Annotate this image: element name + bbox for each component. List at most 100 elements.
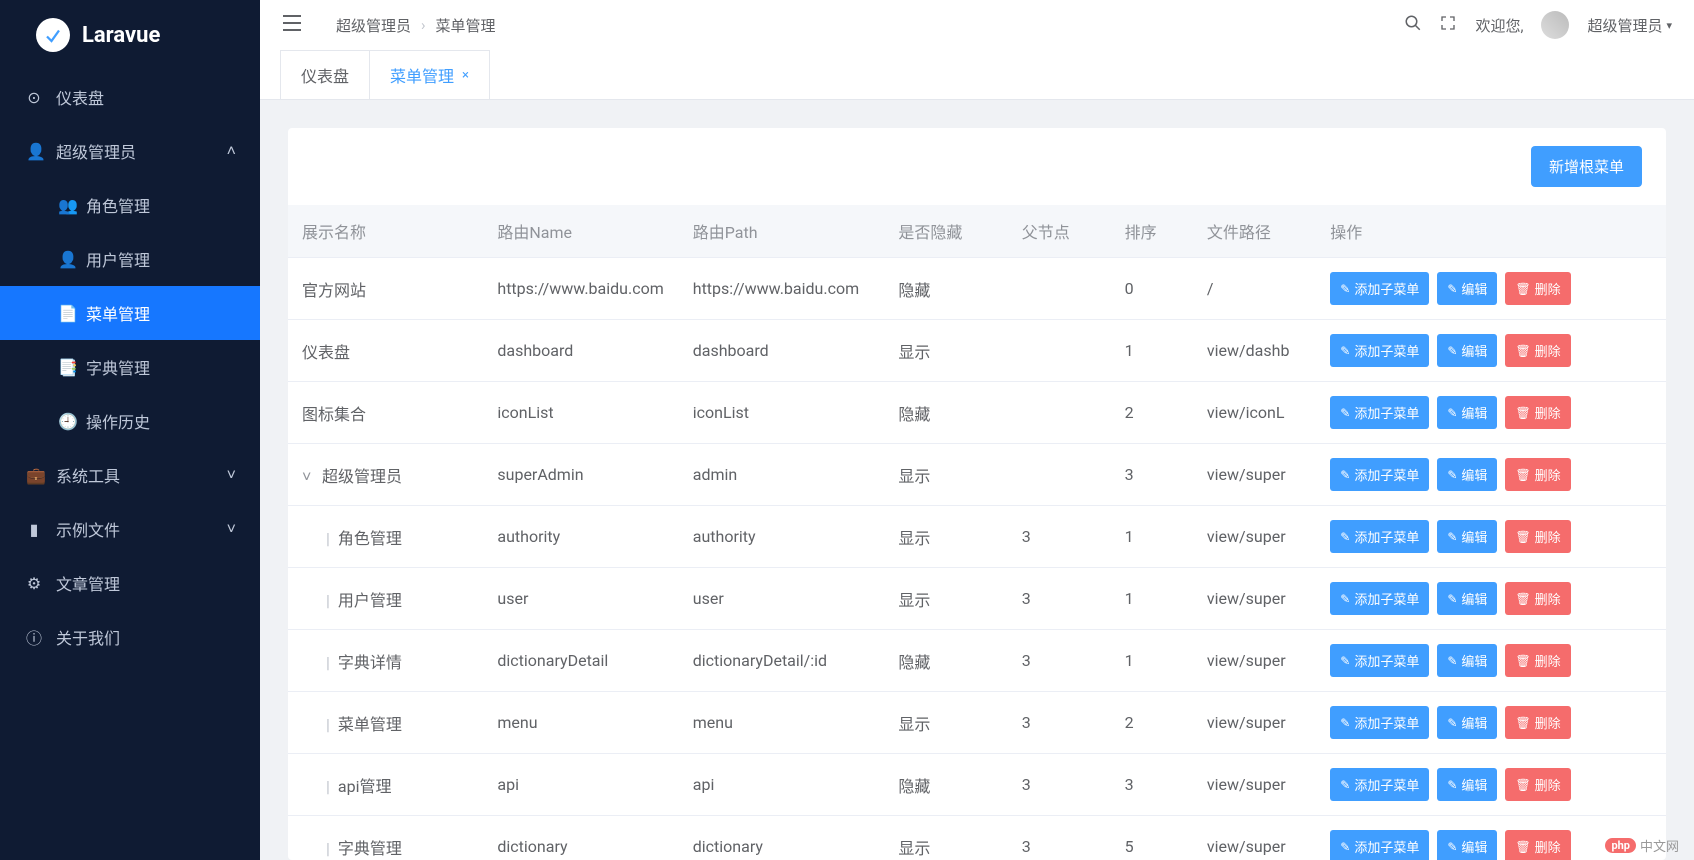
sidebar-item-3[interactable]: 👤用户管理	[0, 232, 260, 286]
button-label: 添加子菜单	[1354, 341, 1419, 360]
button-label: 编辑	[1461, 279, 1487, 298]
button-label: 添加子菜单	[1354, 589, 1419, 608]
delete-button[interactable]: 🗑删除	[1505, 334, 1570, 367]
cell-sort: 2	[1111, 382, 1193, 444]
pencil-icon: ✎	[1340, 778, 1350, 792]
cell-route-path: authority	[679, 506, 885, 568]
user-menu[interactable]: 超级管理员 ▾	[1587, 15, 1672, 36]
sidebar-item-label: 超级管理员	[56, 139, 136, 163]
add-child-button[interactable]: ✎添加子菜单	[1330, 458, 1429, 491]
edit-button[interactable]: ✎编辑	[1437, 458, 1497, 491]
sidebar-item-6[interactable]: 🕘操作历史	[0, 394, 260, 448]
edit-button[interactable]: ✎编辑	[1437, 272, 1497, 305]
tab-0[interactable]: 仪表盘	[280, 50, 370, 99]
delete-button[interactable]: 🗑删除	[1505, 396, 1570, 429]
cell-operation: ✎添加子菜单✎编辑🗑删除	[1316, 320, 1666, 382]
watermark: php 中文网	[1605, 836, 1679, 855]
edit-button[interactable]: ✎编辑	[1437, 644, 1497, 677]
tab-1[interactable]: 菜单管理×	[369, 50, 490, 99]
cell-display-name: |菜单管理	[288, 692, 483, 754]
button-label: 编辑	[1461, 527, 1487, 546]
table-row: |角色管理authorityauthority显示31view/super✎添加…	[288, 506, 1666, 568]
cell-route-name: api	[483, 754, 678, 816]
add-child-button[interactable]: ✎添加子菜单	[1330, 644, 1429, 677]
add-child-button[interactable]: ✎添加子菜单	[1330, 830, 1429, 860]
pencil-icon: ✎	[1340, 592, 1350, 606]
add-child-button[interactable]: ✎添加子菜单	[1330, 396, 1429, 429]
sidebar-item-9[interactable]: ⚙文章管理	[0, 556, 260, 610]
cell-route-name: dictionary	[483, 816, 678, 860]
delete-button[interactable]: 🗑删除	[1505, 706, 1570, 739]
edit-button[interactable]: ✎编辑	[1437, 334, 1497, 367]
table-row: |字典详情dictionaryDetaildictionaryDetail/:i…	[288, 630, 1666, 692]
button-label: 删除	[1535, 589, 1561, 608]
sidebar-item-1[interactable]: 👤超级管理员˄	[0, 124, 260, 178]
edit-button[interactable]: ✎编辑	[1437, 706, 1497, 739]
edit-button[interactable]: ✎编辑	[1437, 520, 1497, 553]
col-route-name: 路由Name	[483, 205, 678, 258]
hamburger-icon[interactable]	[282, 15, 304, 35]
button-label: 编辑	[1461, 713, 1487, 732]
add-child-button[interactable]: ✎添加子菜单	[1330, 272, 1429, 305]
cell-route-path: dashboard	[679, 320, 885, 382]
sidebar-item-2[interactable]: 👥角色管理	[0, 178, 260, 232]
delete-button[interactable]: 🗑删除	[1505, 458, 1570, 491]
edit-button[interactable]: ✎编辑	[1437, 768, 1497, 801]
tree-bar-icon: |	[326, 839, 330, 858]
delete-button[interactable]: 🗑删除	[1505, 768, 1570, 801]
chevron-down-icon[interactable]: ˅	[302, 467, 316, 487]
sidebar-item-5[interactable]: 📑字典管理	[0, 340, 260, 394]
button-label: 删除	[1535, 651, 1561, 670]
cell-operation: ✎添加子菜单✎编辑🗑删除	[1316, 754, 1666, 816]
pencil-icon: ✎	[1447, 592, 1457, 606]
table-wrap[interactable]: 展示名称 路由Name 路由Path 是否隐藏 父节点 排序 文件路径 操作 官…	[288, 205, 1666, 860]
add-child-button[interactable]: ✎添加子菜单	[1330, 520, 1429, 553]
sidebar-item-0[interactable]: ⊙仪表盘	[0, 70, 260, 124]
trash-icon: 🗑	[1515, 406, 1530, 420]
cell-sort: 1	[1111, 630, 1193, 692]
button-label: 添加子菜单	[1354, 527, 1419, 546]
add-child-button[interactable]: ✎添加子菜单	[1330, 706, 1429, 739]
row-display-name: 仪表盘	[302, 343, 350, 362]
cell-route-name: superAdmin	[483, 444, 678, 506]
fullscreen-icon[interactable]	[1440, 15, 1458, 35]
cell-file-path: view/super	[1193, 816, 1316, 860]
table-row: |api管理apiapi隐藏33view/super✎添加子菜单✎编辑🗑删除	[288, 754, 1666, 816]
add-child-button[interactable]: ✎添加子菜单	[1330, 334, 1429, 367]
add-child-button[interactable]: ✎ 添加子菜单	[1330, 582, 1429, 615]
trash-icon: 🗑	[1515, 840, 1530, 854]
cell-sort: 1	[1111, 568, 1193, 630]
sidebar-item-label: 操作历史	[86, 409, 150, 433]
menu-item-icon: 💼	[26, 466, 42, 485]
add-child-button[interactable]: ✎添加子菜单	[1330, 768, 1429, 801]
cell-hidden: 隐藏	[884, 258, 1007, 320]
button-label: 添加子菜单	[1354, 279, 1419, 298]
delete-button[interactable]: 🗑删除	[1505, 582, 1570, 615]
table-row: 图标集合iconListiconList隐藏2view/iconL✎添加子菜单✎…	[288, 382, 1666, 444]
cell-file-path: /	[1193, 258, 1316, 320]
add-root-menu-button[interactable]: 新增根菜单	[1531, 146, 1642, 187]
sidebar-item-7[interactable]: 💼系统工具˅	[0, 448, 260, 502]
delete-button[interactable]: 🗑删除	[1505, 644, 1570, 677]
cell-hidden: 显示	[884, 444, 1007, 506]
avatar[interactable]	[1541, 11, 1569, 39]
delete-button[interactable]: 🗑删除	[1505, 272, 1570, 305]
sidebar-item-8[interactable]: ▮示例文件˅	[0, 502, 260, 556]
edit-button[interactable]: ✎编辑	[1437, 396, 1497, 429]
sidebar-item-label: 关于我们	[56, 625, 120, 649]
cell-route-name: iconList	[483, 382, 678, 444]
button-label: 删除	[1535, 341, 1561, 360]
delete-button[interactable]: 🗑删除	[1505, 520, 1570, 553]
edit-button[interactable]: ✎编辑	[1437, 830, 1497, 860]
cell-route-path: api	[679, 754, 885, 816]
search-icon[interactable]	[1404, 14, 1422, 36]
cell-file-path: view/super	[1193, 630, 1316, 692]
edit-button[interactable]: ✎编辑	[1437, 582, 1497, 615]
delete-button[interactable]: 🗑删除	[1505, 830, 1570, 860]
row-display-name: 字典管理	[338, 839, 402, 858]
sidebar-item-10[interactable]: ⓘ关于我们	[0, 610, 260, 664]
breadcrumb-item[interactable]: 超级管理员	[336, 15, 411, 36]
sidebar-item-4[interactable]: 📄菜单管理	[0, 286, 260, 340]
table-row: 官方网站https://www.baidu.comhttps://www.bai…	[288, 258, 1666, 320]
close-icon[interactable]: ×	[462, 68, 469, 83]
